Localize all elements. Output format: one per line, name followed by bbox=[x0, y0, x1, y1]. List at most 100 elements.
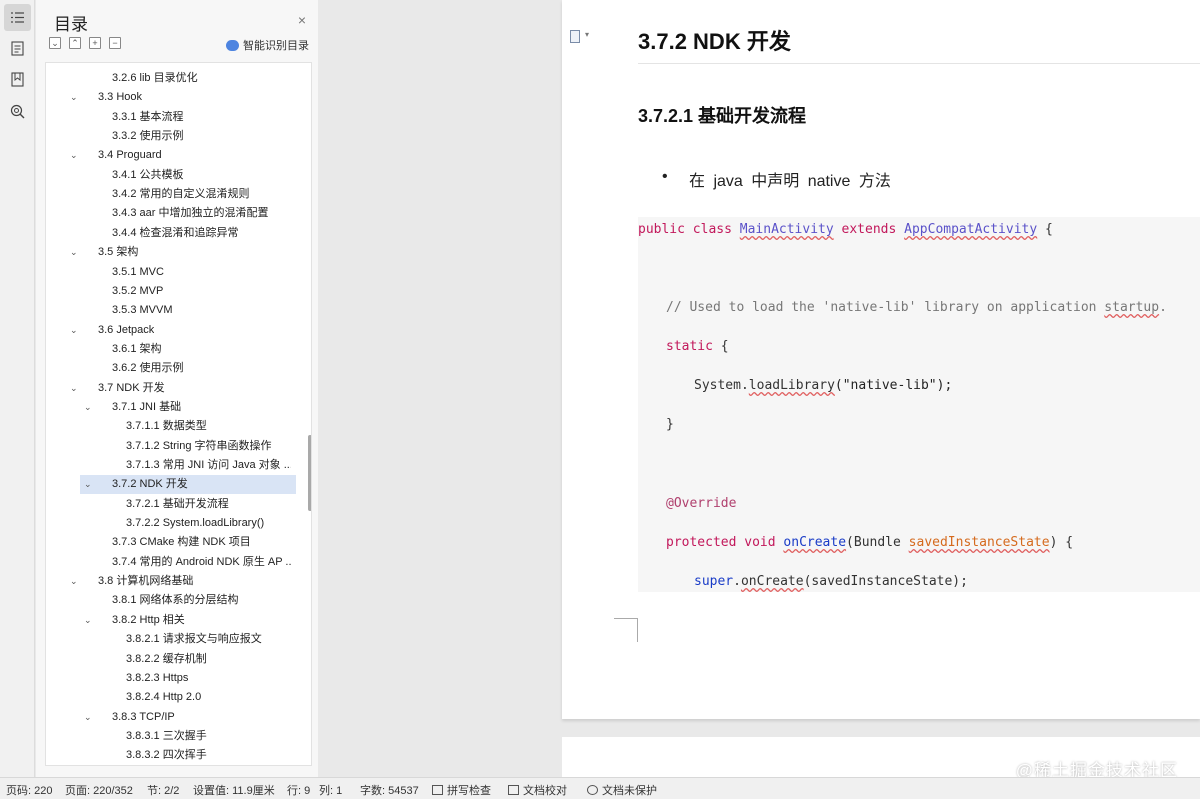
toc-item-label: 3.2.6 lib 目录优化 bbox=[112, 72, 198, 84]
toc-item-label: 3.8.2.1 请求报文与响应报文 bbox=[126, 633, 262, 646]
paragraph-icon[interactable] bbox=[570, 30, 580, 43]
code-line-7: protected void onCreate(Bundle savedInst… bbox=[666, 535, 1074, 550]
chevron-down-icon[interactable]: ⌄ bbox=[84, 475, 92, 494]
toc-item[interactable]: 3.8.3.1 三次握手 bbox=[46, 727, 296, 746]
code-line-4: System.loadLibrary("native-lib"); bbox=[694, 378, 953, 393]
toc-item[interactable]: 3.7.4 常用的 Android NDK 原生 AP ... bbox=[46, 553, 296, 572]
heading-1: 3.7.2 NDK 开发 bbox=[638, 29, 791, 54]
code-line-2: // Used to load the 'native-lib' library… bbox=[666, 300, 1167, 315]
toc-item[interactable]: 3.7.1.3 常用 JNI 访问 Java 对象 ... bbox=[46, 456, 296, 475]
toc-item-label: 3.4.3 aar 中增加独立的混淆配置 bbox=[112, 207, 269, 220]
toc-item[interactable]: 3.3.1 基本流程 bbox=[46, 108, 296, 127]
toc-item[interactable]: 3.5.1 MVC bbox=[46, 263, 296, 282]
toc-item[interactable]: 3.4.2 常用的自定义混淆规则 bbox=[46, 185, 296, 204]
toc-item-label: 3.8.1 网络体系的分层结构 bbox=[112, 594, 239, 607]
toc-item[interactable]: 3.4.4 检查混淆和追踪异常 bbox=[46, 224, 296, 243]
toc-item[interactable]: 3.7.1.1 数据类型 bbox=[46, 417, 296, 436]
toc-item[interactable]: 3.6.2 使用示例 bbox=[46, 359, 296, 378]
status-page[interactable]: 页面: 220/352 bbox=[65, 782, 133, 798]
toc-item-label: 3.4 Proguard bbox=[98, 149, 162, 162]
toc-item-label: 3.6 Jetpack bbox=[98, 323, 155, 336]
toc-item-label: 3.7.2 NDK 开发 bbox=[112, 478, 188, 491]
chevron-down-icon[interactable]: ⌄ bbox=[70, 146, 78, 165]
status-words[interactable]: 字数: 54537 bbox=[360, 782, 419, 798]
toc-item[interactable]: ⌄ 3.7.2 NDK 开发 bbox=[80, 475, 296, 495]
chevron-down-icon[interactable]: ⌄ bbox=[70, 243, 78, 262]
close-icon[interactable]: × bbox=[298, 12, 306, 28]
collapse-all-icon[interactable]: ⌃ bbox=[69, 37, 81, 49]
toc-item[interactable]: ⌄ 3.5 架构 bbox=[46, 243, 296, 262]
toc-title: 目录 bbox=[54, 15, 88, 34]
toc-item[interactable]: 3.8.3.2 四次挥手 bbox=[46, 746, 296, 765]
toc-item[interactable]: 3.3.2 使用示例 bbox=[46, 127, 296, 146]
toc-icon[interactable] bbox=[4, 4, 31, 31]
chevron-down-icon[interactable]: ⌄ bbox=[84, 611, 92, 630]
toc-item-label: 3.3.1 基本流程 bbox=[112, 110, 184, 123]
toc-item[interactable]: 3.7.1.2 String 字符串函数操作 bbox=[46, 437, 296, 456]
toc-item[interactable]: 3.8.2.2 缓存机制 bbox=[46, 650, 296, 669]
chevron-down-icon[interactable]: ⌄ bbox=[84, 708, 92, 727]
code-line-1: public class MainActivity extends AppCom… bbox=[638, 222, 1053, 237]
toc-item[interactable]: 3.7.3 CMake 构建 NDK 项目 bbox=[46, 533, 296, 552]
toc-item[interactable]: 3.4.1 公共模板 bbox=[46, 166, 296, 185]
toc-item[interactable]: ⌄ 3.7.1 JNI 基础 bbox=[46, 398, 296, 417]
toc-item[interactable]: 3.2.6 lib 目录优化 bbox=[46, 69, 296, 88]
chevron-down-icon[interactable]: ⌄ bbox=[70, 379, 78, 398]
chevron-down-icon[interactable]: ⌄ bbox=[84, 398, 92, 417]
toc-item[interactable]: 3.5.3 MVVM bbox=[46, 301, 296, 320]
toc-item[interactable]: 3.8.2.4 Http 2.0 bbox=[46, 688, 296, 707]
toc-list[interactable]: 3.2.6 lib 目录优化 ⌄ 3.3 Hook 3.3.1 基本流程 3.3.2 使… bbox=[45, 62, 312, 766]
spell-check-button[interactable]: 拼写检查 bbox=[432, 782, 491, 798]
toc-item-label: 3.8 计算机网络基础 bbox=[98, 575, 194, 588]
status-row: 行: 9 bbox=[287, 785, 311, 797]
page-corner-mark bbox=[614, 618, 638, 642]
remove-icon[interactable]: − bbox=[109, 37, 121, 49]
code-line-8: super.onCreate(savedInstanceState); bbox=[694, 574, 968, 589]
toc-item-label: 3.6.2 使用示例 bbox=[112, 362, 184, 375]
chevron-down-icon[interactable]: ⌄ bbox=[70, 88, 78, 107]
toc-item-label: 3.7.1.1 数据类型 bbox=[126, 420, 207, 433]
toc-item[interactable]: ⌄ 3.4 Proguard bbox=[46, 146, 296, 165]
toc-item[interactable]: 3.5.2 MVP bbox=[46, 282, 296, 301]
toc-item-label: 3.7.1.2 String 字符串函数操作 bbox=[126, 439, 272, 452]
smart-toc-button[interactable]: 智能识别目录 bbox=[226, 37, 309, 53]
toc-item[interactable]: 3.8.2.3 Https bbox=[46, 669, 296, 688]
protect-button[interactable]: 文档未保护 bbox=[587, 782, 657, 798]
chevron-down-icon[interactable]: ⌄ bbox=[70, 572, 78, 591]
toc-item-label: 3.7.1.3 常用 JNI 访问 Java 对象 ... bbox=[126, 459, 291, 471]
toc-item[interactable]: ⌄ 3.6 Jetpack bbox=[46, 321, 296, 340]
document-icon[interactable] bbox=[4, 35, 31, 62]
toc-item[interactable]: 3.8.2.1 请求报文与响应报文 bbox=[46, 630, 296, 649]
toc-panel: 目录 × ⌄ ⌃ + − 智能识别目录 3.2.6 lib 目录优化 ⌄ 3.3 H… bbox=[36, 0, 318, 777]
code-line-6: @Override bbox=[666, 496, 737, 511]
expand-all-icon[interactable]: ⌄ bbox=[49, 37, 61, 49]
find-icon[interactable] bbox=[4, 98, 31, 125]
code-line-3: static { bbox=[666, 339, 729, 354]
status-col: 列: 1 bbox=[319, 785, 343, 797]
toc-item[interactable]: 3.8.1 网络体系的分层结构 bbox=[46, 591, 296, 610]
smart-icon bbox=[226, 39, 239, 51]
bookmark-icon[interactable] bbox=[4, 66, 31, 93]
toc-item[interactable]: ⌄ 3.8.3 TCP/IP bbox=[46, 708, 296, 727]
toc-item[interactable]: 3.4.3 aar 中增加独立的混淆配置 bbox=[46, 204, 296, 223]
bullet-text: 在 java 中声明 native 方法 bbox=[689, 173, 891, 190]
add-icon[interactable]: + bbox=[89, 37, 101, 49]
toc-item-label: 3.5.2 MVP bbox=[112, 284, 164, 297]
toc-item[interactable]: ⌄ 3.7 NDK 开发 bbox=[46, 379, 296, 398]
toc-item[interactable]: ⌄ 3.3 Hook bbox=[46, 88, 296, 107]
toc-scrollbar[interactable] bbox=[308, 435, 311, 511]
proofread-button[interactable]: 文档校对 bbox=[508, 782, 567, 798]
status-page-code: 页码: 220 bbox=[6, 785, 53, 797]
smart-toc-label: 智能识别目录 bbox=[243, 40, 309, 52]
toc-item[interactable]: 3.6.1 架构 bbox=[46, 340, 296, 359]
code-block[interactable]: public class MainActivity extends AppCom… bbox=[638, 217, 1200, 592]
chevron-down-icon[interactable]: ⌄ bbox=[70, 321, 78, 340]
caret-down-icon[interactable]: ▾ bbox=[585, 30, 589, 39]
toc-item[interactable]: 3.7.2.1 基础开发流程 bbox=[46, 495, 296, 514]
toc-item[interactable]: ⌄ 3.8.2 Http 相关 bbox=[46, 611, 296, 630]
toc-item[interactable]: ⌄ 3.8 计算机网络基础 bbox=[46, 572, 296, 591]
toc-item-label: 3.3.2 使用示例 bbox=[112, 130, 184, 143]
toc-item-label: 3.5 架构 bbox=[98, 246, 139, 259]
toc-item-label: 3.6.1 架构 bbox=[112, 342, 162, 355]
toc-item[interactable]: 3.7.2.2 System.loadLibrary() bbox=[46, 514, 296, 533]
